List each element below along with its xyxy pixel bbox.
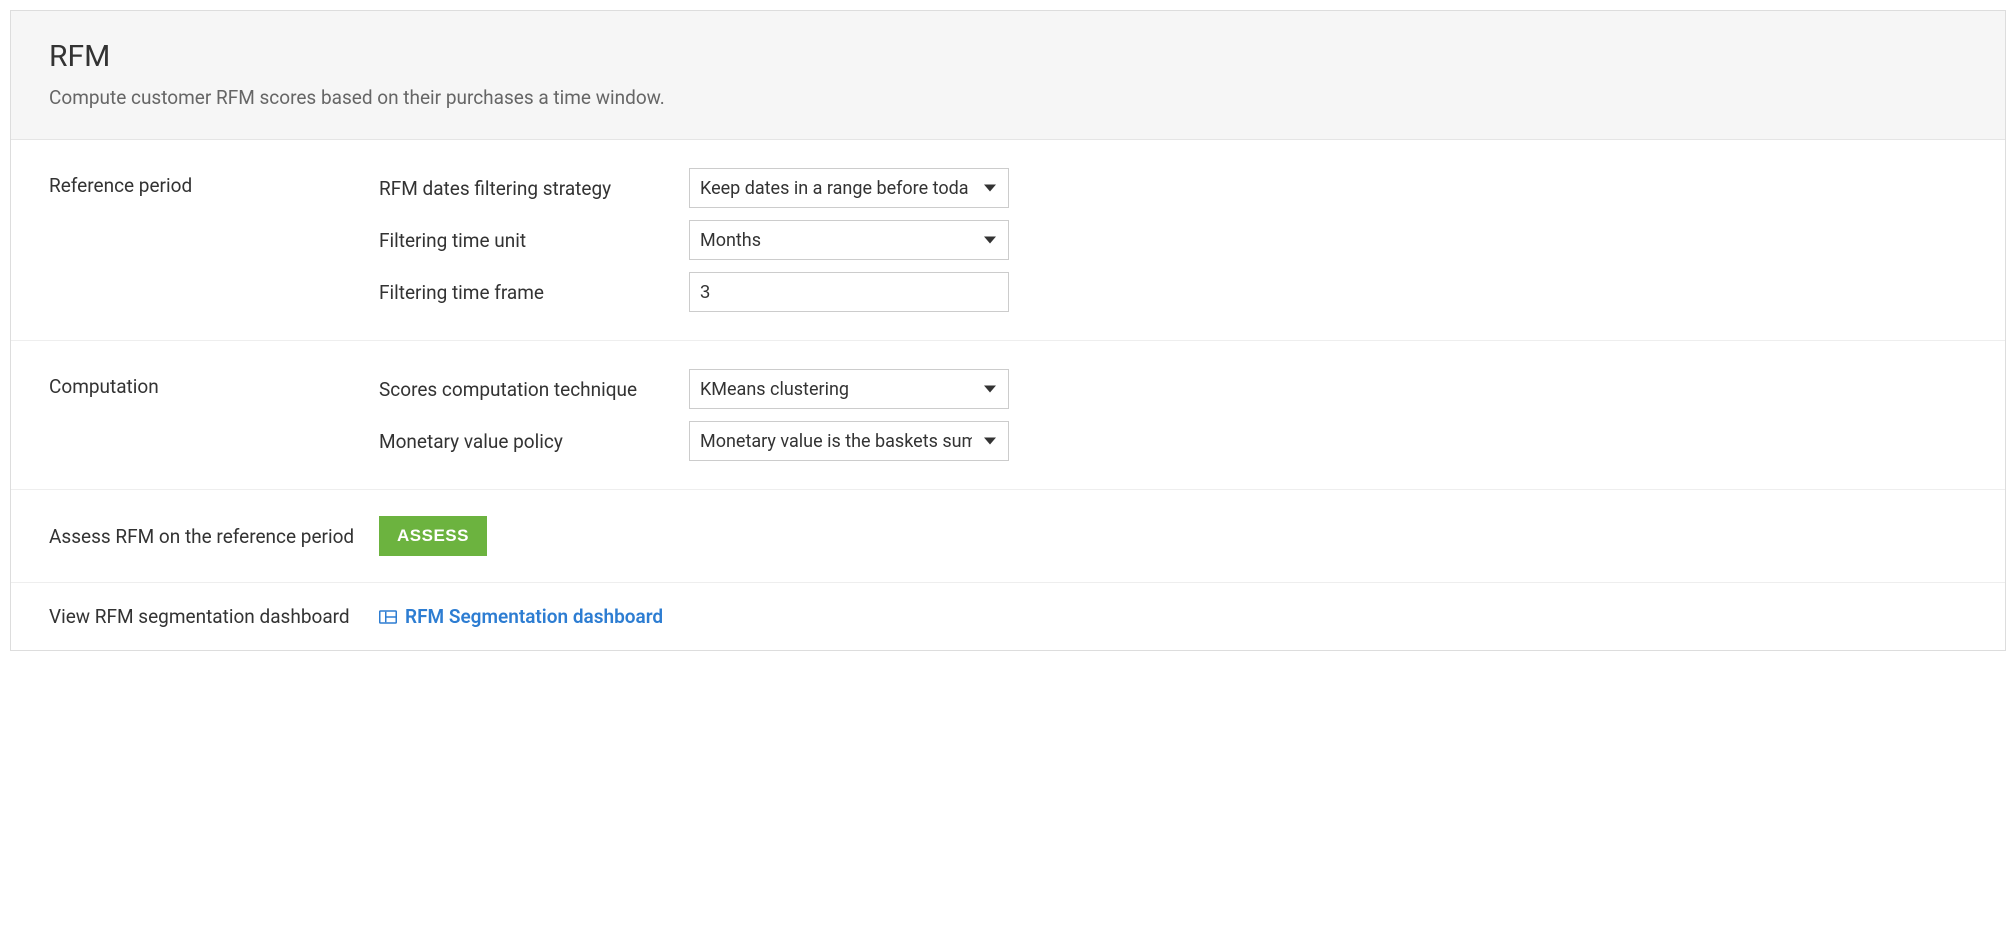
section-assess: Assess RFM on the reference period ASSES… [11,490,2005,583]
assess-button[interactable]: ASSESS [379,516,487,556]
section-label-reference-period: Reference period [49,168,379,197]
caret-down-icon [984,185,996,192]
dashboard-icon [379,610,397,624]
dashboard-link[interactable]: RFM Segmentation dashboard [379,605,663,628]
section-dashboard: View RFM segmentation dashboard RFM Segm… [11,583,2005,650]
section-reference-period: Reference period RFM dates filtering str… [11,140,2005,341]
rfm-panel: RFM Compute customer RFM scores based on… [10,10,2006,651]
select-time-unit-value: Months [700,230,972,251]
page-subtitle: Compute customer RFM scores based on the… [49,86,1967,109]
label-technique: Scores computation technique [379,378,689,401]
section-label-assess: Assess RFM on the reference period [49,525,379,548]
select-monetary-policy[interactable]: Monetary value is the baskets sum [689,421,1009,461]
label-time-frame: Filtering time frame [379,281,689,304]
section-computation: Computation Scores computation technique… [11,341,2005,490]
page-title: RFM [49,39,1967,74]
dashboard-link-text: RFM Segmentation dashboard [405,605,663,628]
select-time-unit[interactable]: Months [689,220,1009,260]
input-time-frame[interactable] [700,282,972,303]
caret-down-icon [984,386,996,393]
label-filtering-strategy: RFM dates filtering strategy [379,177,689,200]
select-filtering-strategy-value: Keep dates in a range before toda [700,178,972,199]
panel-header: RFM Compute customer RFM scores based on… [11,11,2005,140]
select-monetary-policy-value: Monetary value is the baskets sum [700,431,972,452]
input-time-frame-wrapper [689,272,1009,312]
caret-down-icon [984,237,996,244]
select-technique-value: KMeans clustering [700,379,972,400]
label-monetary-policy: Monetary value policy [379,430,689,453]
select-technique[interactable]: KMeans clustering [689,369,1009,409]
caret-down-icon [984,438,996,445]
section-label-dashboard: View RFM segmentation dashboard [49,605,379,628]
label-time-unit: Filtering time unit [379,229,689,252]
select-filtering-strategy[interactable]: Keep dates in a range before toda [689,168,1009,208]
section-label-computation: Computation [49,369,379,398]
